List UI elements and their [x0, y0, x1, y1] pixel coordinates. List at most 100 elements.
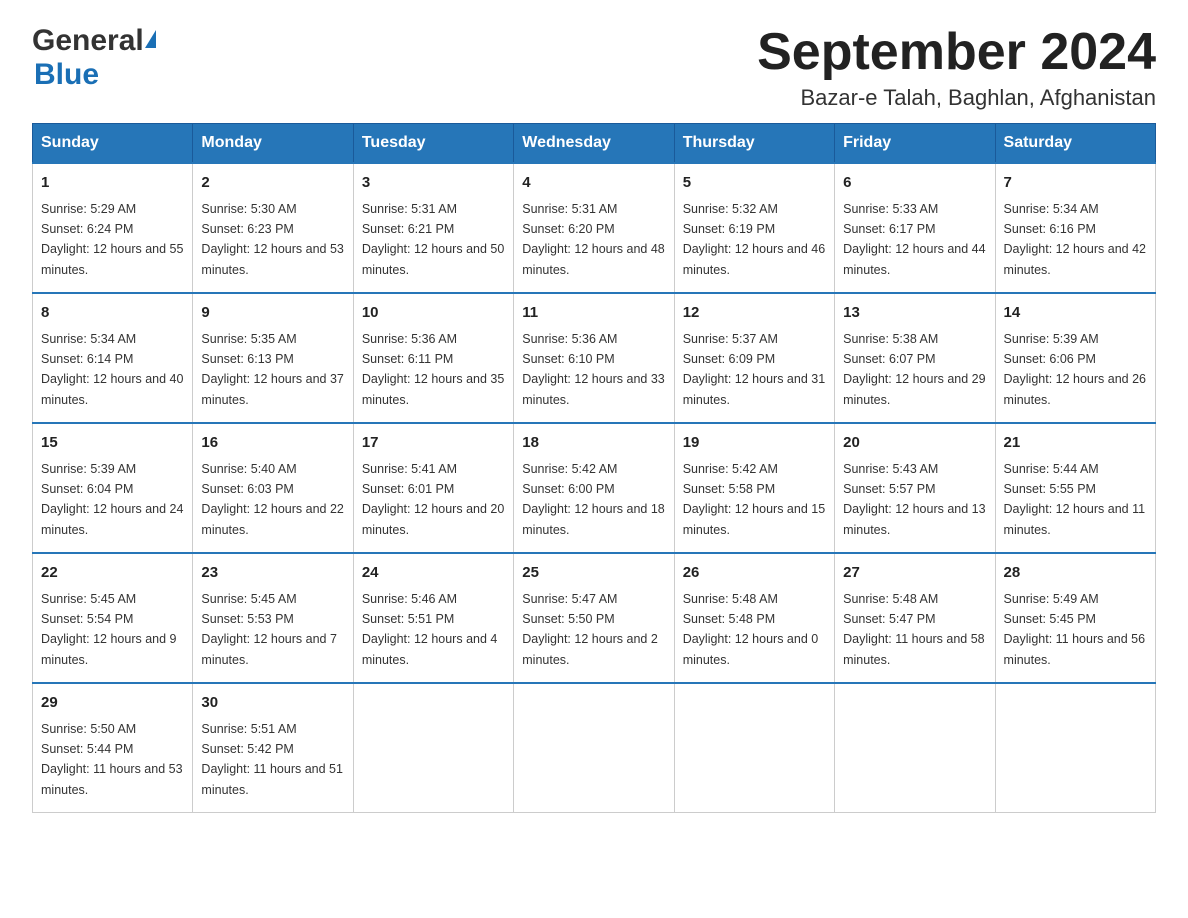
day-info: Sunrise: 5:34 AMSunset: 6:14 PMDaylight:… [41, 332, 183, 407]
calendar-day-cell: 16 Sunrise: 5:40 AMSunset: 6:03 PMDaylig… [193, 423, 353, 553]
day-info: Sunrise: 5:47 AMSunset: 5:50 PMDaylight:… [522, 592, 658, 667]
day-info: Sunrise: 5:45 AMSunset: 5:54 PMDaylight:… [41, 592, 177, 667]
day-number: 26 [683, 562, 826, 585]
calendar-day-cell: 24 Sunrise: 5:46 AMSunset: 5:51 PMDaylig… [353, 553, 513, 683]
calendar-week-row: 22 Sunrise: 5:45 AMSunset: 5:54 PMDaylig… [33, 553, 1156, 683]
day-number: 22 [41, 562, 184, 585]
calendar-day-cell: 10 Sunrise: 5:36 AMSunset: 6:11 PMDaylig… [353, 293, 513, 423]
day-info: Sunrise: 5:44 AMSunset: 5:55 PMDaylight:… [1004, 462, 1146, 537]
day-number: 13 [843, 302, 986, 325]
day-number: 19 [683, 432, 826, 455]
day-number: 18 [522, 432, 665, 455]
calendar-day-cell: 26 Sunrise: 5:48 AMSunset: 5:48 PMDaylig… [674, 553, 834, 683]
day-info: Sunrise: 5:39 AMSunset: 6:04 PMDaylight:… [41, 462, 183, 537]
day-number: 12 [683, 302, 826, 325]
col-tuesday: Tuesday [353, 124, 513, 164]
page-header: General Blue September 2024 Bazar-e Tala… [32, 24, 1156, 111]
day-number: 3 [362, 172, 505, 195]
day-info: Sunrise: 5:38 AMSunset: 6:07 PMDaylight:… [843, 332, 985, 407]
day-info: Sunrise: 5:37 AMSunset: 6:09 PMDaylight:… [683, 332, 825, 407]
calendar-day-cell: 11 Sunrise: 5:36 AMSunset: 6:10 PMDaylig… [514, 293, 674, 423]
title-block: September 2024 Bazar-e Talah, Baghlan, A… [757, 24, 1156, 111]
day-info: Sunrise: 5:31 AMSunset: 6:21 PMDaylight:… [362, 202, 504, 277]
day-number: 27 [843, 562, 986, 585]
calendar-subtitle: Bazar-e Talah, Baghlan, Afghanistan [757, 85, 1156, 111]
calendar-day-cell [514, 683, 674, 813]
day-info: Sunrise: 5:35 AMSunset: 6:13 PMDaylight:… [201, 332, 343, 407]
col-friday: Friday [835, 124, 995, 164]
logo-blue-text: Blue [34, 58, 99, 92]
calendar-day-cell: 30 Sunrise: 5:51 AMSunset: 5:42 PMDaylig… [193, 683, 353, 813]
col-monday: Monday [193, 124, 353, 164]
calendar-day-cell: 8 Sunrise: 5:34 AMSunset: 6:14 PMDayligh… [33, 293, 193, 423]
day-info: Sunrise: 5:42 AMSunset: 5:58 PMDaylight:… [683, 462, 825, 537]
calendar-week-row: 8 Sunrise: 5:34 AMSunset: 6:14 PMDayligh… [33, 293, 1156, 423]
calendar-title: September 2024 [757, 24, 1156, 81]
calendar-week-row: 15 Sunrise: 5:39 AMSunset: 6:04 PMDaylig… [33, 423, 1156, 553]
day-info: Sunrise: 5:51 AMSunset: 5:42 PMDaylight:… [201, 722, 343, 797]
calendar-day-cell: 27 Sunrise: 5:48 AMSunset: 5:47 PMDaylig… [835, 553, 995, 683]
day-number: 23 [201, 562, 344, 585]
day-number: 25 [522, 562, 665, 585]
day-info: Sunrise: 5:30 AMSunset: 6:23 PMDaylight:… [201, 202, 343, 277]
day-number: 4 [522, 172, 665, 195]
col-wednesday: Wednesday [514, 124, 674, 164]
calendar-day-cell: 20 Sunrise: 5:43 AMSunset: 5:57 PMDaylig… [835, 423, 995, 553]
calendar-day-cell [674, 683, 834, 813]
logo-triangle-icon [145, 30, 156, 48]
calendar-day-cell: 1 Sunrise: 5:29 AMSunset: 6:24 PMDayligh… [33, 163, 193, 293]
calendar-day-cell [835, 683, 995, 813]
day-info: Sunrise: 5:36 AMSunset: 6:10 PMDaylight:… [522, 332, 664, 407]
day-info: Sunrise: 5:32 AMSunset: 6:19 PMDaylight:… [683, 202, 825, 277]
calendar-header-row: Sunday Monday Tuesday Wednesday Thursday… [33, 124, 1156, 164]
day-number: 15 [41, 432, 184, 455]
calendar-day-cell [353, 683, 513, 813]
calendar-day-cell: 29 Sunrise: 5:50 AMSunset: 5:44 PMDaylig… [33, 683, 193, 813]
day-info: Sunrise: 5:45 AMSunset: 5:53 PMDaylight:… [201, 592, 337, 667]
day-info: Sunrise: 5:34 AMSunset: 6:16 PMDaylight:… [1004, 202, 1146, 277]
calendar-day-cell: 3 Sunrise: 5:31 AMSunset: 6:21 PMDayligh… [353, 163, 513, 293]
calendar-day-cell: 6 Sunrise: 5:33 AMSunset: 6:17 PMDayligh… [835, 163, 995, 293]
calendar-day-cell: 23 Sunrise: 5:45 AMSunset: 5:53 PMDaylig… [193, 553, 353, 683]
calendar-day-cell [995, 683, 1155, 813]
calendar-day-cell: 5 Sunrise: 5:32 AMSunset: 6:19 PMDayligh… [674, 163, 834, 293]
day-number: 29 [41, 692, 184, 715]
day-number: 5 [683, 172, 826, 195]
calendar-day-cell: 12 Sunrise: 5:37 AMSunset: 6:09 PMDaylig… [674, 293, 834, 423]
calendar-day-cell: 14 Sunrise: 5:39 AMSunset: 6:06 PMDaylig… [995, 293, 1155, 423]
day-number: 9 [201, 302, 344, 325]
calendar-day-cell: 22 Sunrise: 5:45 AMSunset: 5:54 PMDaylig… [33, 553, 193, 683]
calendar-day-cell: 13 Sunrise: 5:38 AMSunset: 6:07 PMDaylig… [835, 293, 995, 423]
calendar-day-cell: 28 Sunrise: 5:49 AMSunset: 5:45 PMDaylig… [995, 553, 1155, 683]
day-number: 6 [843, 172, 986, 195]
day-info: Sunrise: 5:49 AMSunset: 5:45 PMDaylight:… [1004, 592, 1146, 667]
day-info: Sunrise: 5:43 AMSunset: 5:57 PMDaylight:… [843, 462, 985, 537]
col-thursday: Thursday [674, 124, 834, 164]
day-info: Sunrise: 5:36 AMSunset: 6:11 PMDaylight:… [362, 332, 504, 407]
day-number: 16 [201, 432, 344, 455]
calendar-week-row: 1 Sunrise: 5:29 AMSunset: 6:24 PMDayligh… [33, 163, 1156, 293]
logo-general-text: General [32, 24, 144, 58]
day-number: 14 [1004, 302, 1147, 325]
calendar-day-cell: 21 Sunrise: 5:44 AMSunset: 5:55 PMDaylig… [995, 423, 1155, 553]
day-number: 17 [362, 432, 505, 455]
day-info: Sunrise: 5:46 AMSunset: 5:51 PMDaylight:… [362, 592, 498, 667]
day-number: 10 [362, 302, 505, 325]
calendar-day-cell: 2 Sunrise: 5:30 AMSunset: 6:23 PMDayligh… [193, 163, 353, 293]
calendar-week-row: 29 Sunrise: 5:50 AMSunset: 5:44 PMDaylig… [33, 683, 1156, 813]
day-number: 28 [1004, 562, 1147, 585]
calendar-day-cell: 25 Sunrise: 5:47 AMSunset: 5:50 PMDaylig… [514, 553, 674, 683]
day-info: Sunrise: 5:31 AMSunset: 6:20 PMDaylight:… [522, 202, 664, 277]
col-sunday: Sunday [33, 124, 193, 164]
day-number: 20 [843, 432, 986, 455]
day-info: Sunrise: 5:42 AMSunset: 6:00 PMDaylight:… [522, 462, 664, 537]
calendar-day-cell: 19 Sunrise: 5:42 AMSunset: 5:58 PMDaylig… [674, 423, 834, 553]
day-info: Sunrise: 5:41 AMSunset: 6:01 PMDaylight:… [362, 462, 504, 537]
calendar-day-cell: 15 Sunrise: 5:39 AMSunset: 6:04 PMDaylig… [33, 423, 193, 553]
day-number: 30 [201, 692, 344, 715]
calendar-day-cell: 18 Sunrise: 5:42 AMSunset: 6:00 PMDaylig… [514, 423, 674, 553]
day-number: 1 [41, 172, 184, 195]
day-number: 21 [1004, 432, 1147, 455]
day-info: Sunrise: 5:48 AMSunset: 5:48 PMDaylight:… [683, 592, 819, 667]
day-info: Sunrise: 5:39 AMSunset: 6:06 PMDaylight:… [1004, 332, 1146, 407]
